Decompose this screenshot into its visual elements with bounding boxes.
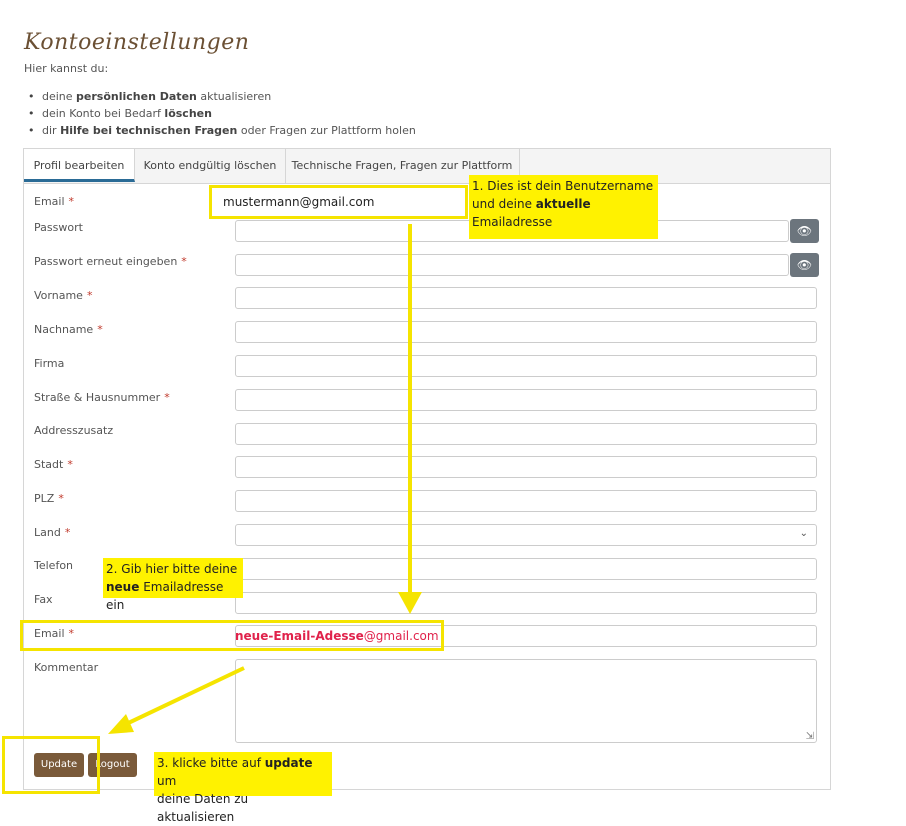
arrow-diagonal	[121, 666, 245, 728]
annotation-arrows	[108, 224, 422, 734]
arrow-down-head	[398, 592, 422, 614]
arrow-diagonal-head	[108, 714, 134, 734]
